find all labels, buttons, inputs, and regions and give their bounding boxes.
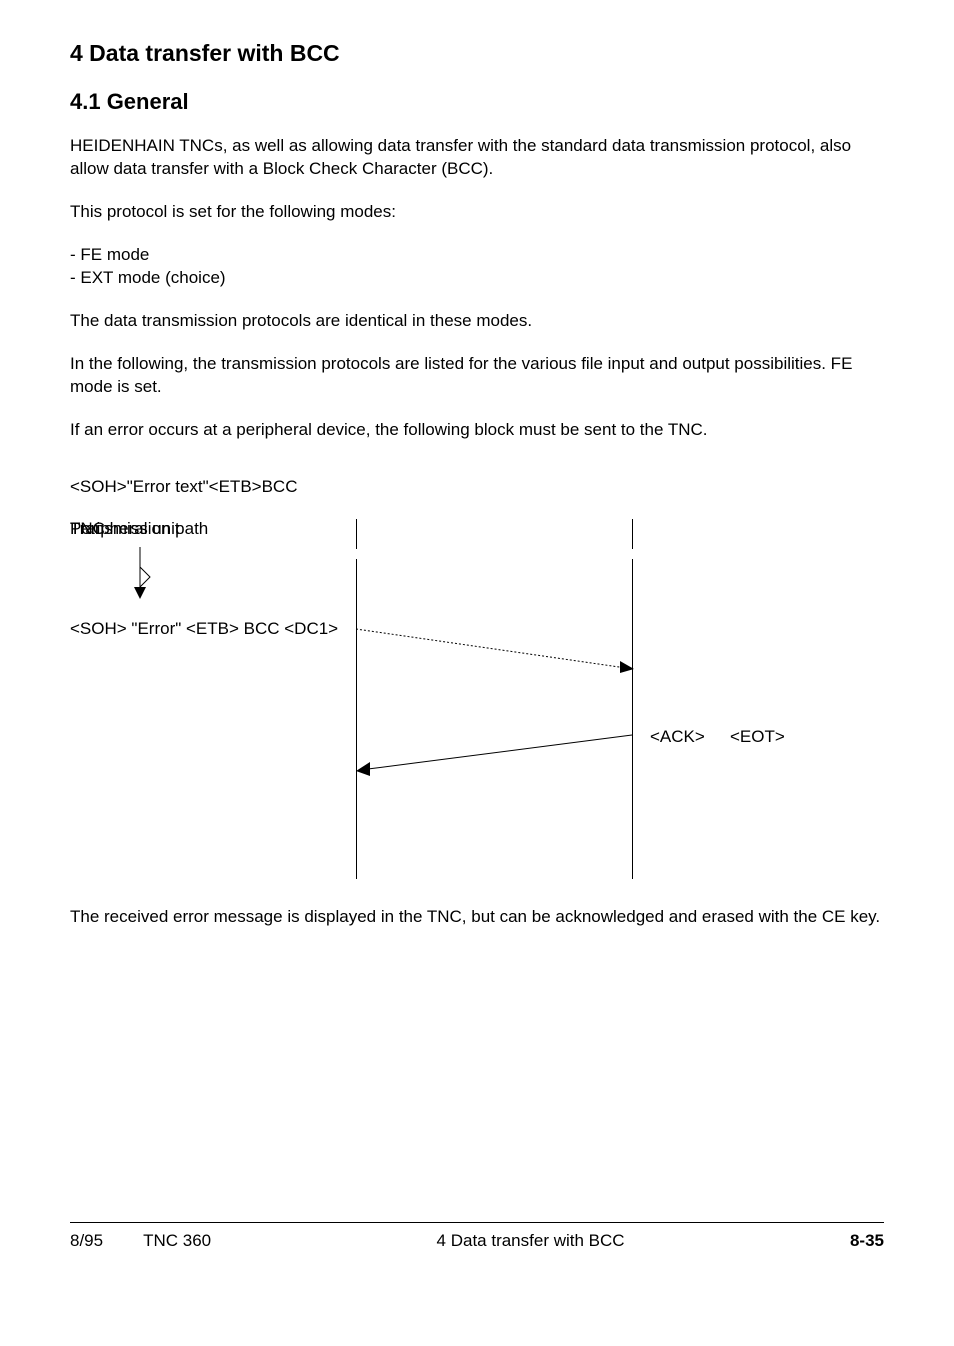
arrow-right-icon [356, 623, 636, 683]
subsection-heading: 4.1 General [70, 89, 884, 115]
arrow-down-icon [125, 547, 155, 607]
arrow-left-icon [356, 729, 636, 779]
transmission-diagram: Peripheral unit Transmission path TNC <S… [70, 519, 860, 884]
footer-section: 4 Data transfer with BCC [437, 1231, 625, 1251]
footer-date: 8/95 [70, 1231, 103, 1251]
footer-model: TNC 360 [143, 1231, 211, 1251]
paragraph: HEIDENHAIN TNCs, as well as allowing dat… [70, 135, 884, 181]
paragraph: In the following, the transmission proto… [70, 353, 884, 399]
list-item: - EXT mode (choice) [70, 267, 884, 290]
diagram-msg-error: <SOH> "Error" <ETB> BCC <DC1> [70, 619, 338, 639]
diagram-msg-ack: <ACK> [650, 727, 705, 747]
page-footer: 8/95 TNC 360 4 Data transfer with BCC 8-… [70, 1222, 884, 1251]
paragraph: This protocol is set for the following m… [70, 201, 884, 224]
paragraph: If an error occurs at a peripheral devic… [70, 419, 884, 442]
paragraph: The data transmission protocols are iden… [70, 310, 884, 333]
code-line: <SOH>"Error text"<ETB>BCC [70, 476, 884, 499]
diagram-col-tnc: TNC [70, 519, 105, 539]
paragraph: The received error message is displayed … [70, 906, 884, 929]
footer-page-number: 8-35 [850, 1231, 884, 1251]
list-item: - FE mode [70, 244, 884, 267]
section-heading: 4 Data transfer with BCC [70, 40, 884, 67]
diagram-msg-eot: <EOT> [730, 727, 785, 747]
